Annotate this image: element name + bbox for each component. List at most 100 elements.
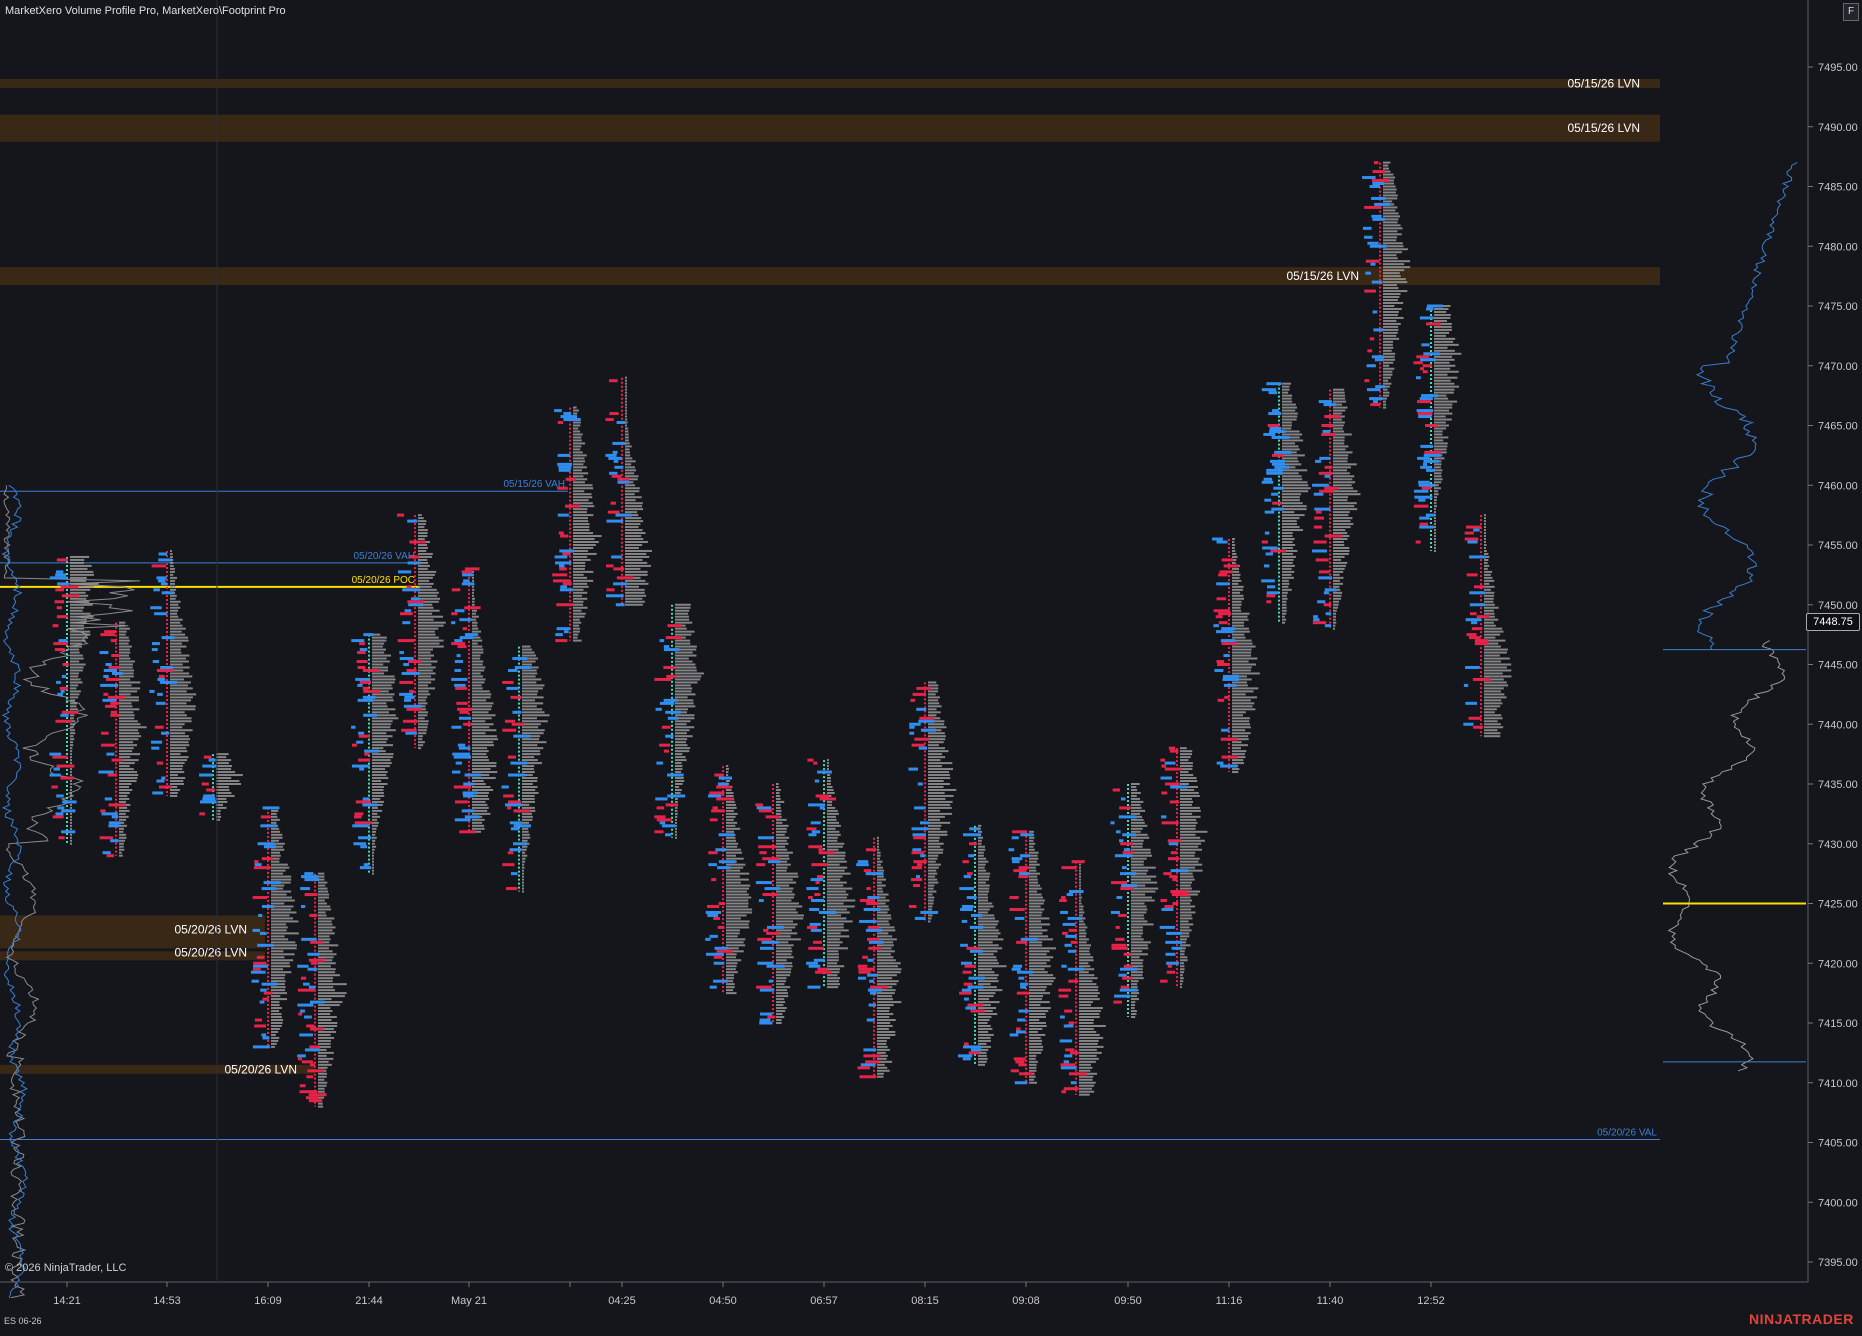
- volume-bar: [318, 1105, 324, 1108]
- volume-bar: [928, 836, 940, 839]
- bid-imbalance: [1009, 907, 1025, 911]
- volume-bar: [675, 702, 694, 705]
- volume-bar: [418, 582, 434, 585]
- volume-bar: [1383, 251, 1402, 254]
- bid-imbalance: [52, 755, 68, 759]
- volume-bar: [70, 564, 92, 567]
- ask-imbalance: [1372, 217, 1385, 221]
- ask-imbalance: [357, 683, 363, 687]
- volume-bar: [1383, 358, 1396, 361]
- bid-imbalance: [399, 680, 414, 684]
- volume-bar: [1029, 1039, 1043, 1042]
- volume-bar: [472, 591, 474, 594]
- volume-bar: [522, 693, 538, 696]
- ask-imbalance: [755, 881, 772, 885]
- volume-bar: [978, 824, 982, 827]
- ask-imbalance: [1015, 1030, 1026, 1034]
- ask-imbalance: [1370, 262, 1376, 266]
- volume-bar: [472, 738, 498, 741]
- chart-area[interactable]: 05/15/26 LVN 05/15/26 LVN 05/15/26 LVN 05/2…: [0, 0, 1862, 1331]
- volume-bar: [978, 893, 988, 896]
- volume-bar: [170, 630, 182, 633]
- volume-bar: [418, 738, 423, 741]
- volume-bar: [1079, 908, 1084, 911]
- price-tick-label: 7475.00: [1818, 301, 1858, 313]
- volume-bar: [1282, 552, 1293, 555]
- volume-bar: [1079, 875, 1081, 878]
- volume-bar: [1029, 923, 1050, 926]
- volume-bar: [418, 735, 423, 738]
- bid-imbalance: [105, 677, 120, 681]
- volume-bar: [1079, 1033, 1100, 1036]
- volume-bar: [70, 806, 72, 809]
- bid-imbalance: [1172, 878, 1178, 882]
- volume-bar: [170, 708, 196, 711]
- volume-bar: [827, 899, 856, 902]
- bid-imbalance: [1161, 764, 1167, 768]
- bid-imbalance: [53, 642, 68, 646]
- volume-bar: [928, 845, 941, 848]
- bid-imbalance: [767, 1015, 776, 1019]
- volume-bar: [1180, 848, 1202, 851]
- volume-bar: [1484, 651, 1507, 654]
- ask-imbalance: [811, 830, 821, 834]
- volume-bar: [1484, 532, 1486, 535]
- volume-bar: [1434, 544, 1436, 546]
- volume-bar: [1180, 887, 1192, 890]
- ask-imbalance: [863, 907, 881, 911]
- volume-bar: [928, 863, 941, 866]
- ask-imbalance: [1261, 579, 1275, 583]
- ask-imbalance: [1060, 910, 1068, 914]
- bid-imbalance: [1123, 952, 1133, 956]
- ask-imbalance: [157, 692, 163, 696]
- volume-bar: [1079, 974, 1095, 977]
- volume-bar: [726, 824, 736, 827]
- volume-bar: [170, 648, 181, 651]
- volume-bar: [372, 797, 381, 800]
- volume-bar: [70, 693, 80, 696]
- ask-imbalance: [1418, 483, 1436, 487]
- bid-imbalance: [55, 719, 73, 723]
- volume-bar: [675, 768, 683, 771]
- volume-bar: [1434, 382, 1455, 385]
- volume-bar: [170, 717, 192, 720]
- volume-bar: [827, 830, 840, 833]
- volume-bar: [978, 941, 993, 944]
- bid-imbalance: [869, 985, 888, 989]
- volume-bar: [216, 788, 230, 791]
- volume-bar: [827, 932, 841, 935]
- bid-imbalance: [1164, 767, 1182, 771]
- volume-bar: [1232, 621, 1245, 624]
- volume-bar: [1029, 977, 1056, 980]
- volume-bar: [928, 681, 937, 684]
- ask-imbalance: [1274, 465, 1290, 469]
- volume-bar: [318, 980, 333, 983]
- ask-imbalance: [909, 722, 921, 726]
- volume-bar: [1434, 367, 1451, 370]
- bid-imbalance: [1267, 424, 1280, 427]
- volume-bar: [372, 765, 390, 768]
- volume-bar: [573, 445, 582, 448]
- volume-bar: [827, 860, 847, 863]
- bid-imbalance: [253, 961, 267, 965]
- volume-bar: [472, 803, 488, 806]
- chart-canvas[interactable]: 05/15/26 LVN05/15/26 LVN05/15/26 LVN05/2…: [0, 0, 1862, 1331]
- volume-bar: [1484, 564, 1490, 567]
- volume-bar: [119, 675, 134, 678]
- volume-bar: [776, 980, 786, 983]
- volume-bar: [70, 669, 83, 672]
- volume-bar: [1282, 603, 1287, 606]
- volume-bar: [573, 535, 602, 538]
- ask-imbalance: [1114, 994, 1131, 998]
- volume-bar: [978, 896, 989, 899]
- volume-bar: [827, 833, 841, 836]
- volume-bar: [271, 1016, 282, 1019]
- f-button[interactable]: F: [1843, 3, 1859, 21]
- bid-imbalance: [401, 728, 417, 732]
- volume-bar: [625, 436, 629, 439]
- volume-bar: [271, 911, 297, 914]
- bid-imbalance: [1371, 179, 1389, 183]
- volume-bar: [827, 780, 831, 783]
- volume-bar: [1232, 702, 1255, 705]
- volume-bar: [170, 753, 181, 756]
